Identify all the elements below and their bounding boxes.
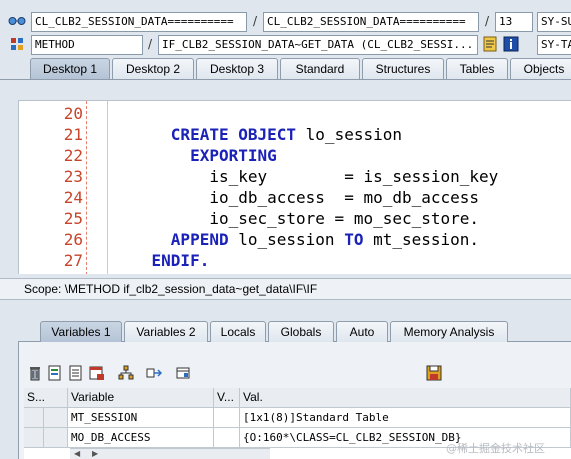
keyword-token: CREATE OBJECT	[170, 125, 297, 144]
method-tools-icon	[8, 35, 26, 53]
keyword-token: TO	[344, 230, 364, 249]
program-field[interactable]: CL_CLB2_SESSION_DATA==========	[31, 12, 247, 32]
line-number: 21	[63, 125, 83, 144]
scope-text: Scope: \METHOD if_clb2_session_data~get_…	[24, 282, 318, 296]
sy-tabix-field[interactable]: SY-TA	[537, 35, 571, 55]
delete-icon[interactable]	[27, 365, 43, 381]
code-line[interactable]: 24 io_db_access = mo_db_access	[19, 187, 571, 208]
code-text: EXPORTING	[113, 145, 277, 166]
tab-memory-analysis[interactable]: Memory Analysis	[390, 321, 508, 342]
tab-globals[interactable]: Globals	[268, 321, 334, 342]
tab-desktop-3[interactable]: Desktop 3	[196, 58, 278, 79]
list-icon[interactable]	[68, 365, 84, 381]
table-export-icon[interactable]	[89, 365, 105, 381]
code-line[interactable]: 22 EXPORTING	[19, 145, 571, 166]
filter-icon[interactable]	[175, 365, 191, 381]
keyword-token: APPEND	[170, 230, 229, 249]
save-icon[interactable]	[426, 365, 442, 381]
line-number: 22	[63, 146, 83, 165]
code-text: io_db_access = mo_db_access	[113, 187, 479, 208]
tab-desktop-1[interactable]: Desktop 1	[30, 58, 110, 79]
row-selector[interactable]	[24, 408, 44, 428]
tab-standard[interactable]: Standard	[280, 58, 360, 79]
tab-variables-1[interactable]: Variables 1	[40, 321, 122, 342]
row-selector[interactable]	[24, 428, 44, 448]
navigate-icon[interactable]	[146, 365, 163, 381]
code-token: is_key = is_session_key	[113, 167, 499, 186]
code-line[interactable]: 25 io_sec_store = mo_sec_store.	[19, 208, 571, 229]
col-header-v[interactable]: V...	[214, 388, 240, 408]
code-line[interactable]: 23 is_key = is_session_key	[19, 166, 571, 187]
value-cell[interactable]: [1x1(8)]Standard Table	[240, 408, 571, 428]
tab-auto[interactable]: Auto	[336, 321, 388, 342]
code-text: APPEND lo_session TO mt_session.	[113, 229, 479, 250]
line-number: 23	[63, 167, 83, 186]
watermark: @稀土掘金技术社区	[446, 442, 545, 455]
include-field[interactable]: CL_CLB2_SESSION_DATA==========	[263, 12, 479, 32]
keyword-token: ENDIF.	[151, 251, 210, 270]
scroll-right-arrow-icon[interactable]: ▶	[92, 449, 98, 458]
event-field[interactable]: IF_CLB2_SESSION_DATA~GET_DATA (CL_CLB2_S…	[158, 35, 478, 55]
variable-cell[interactable]: MT_SESSION	[68, 408, 214, 428]
code-token: io_sec_store = mo_sec_store.	[113, 209, 480, 228]
code-text: ENDIF.	[113, 250, 210, 271]
tab-objects[interactable]: Objects	[510, 58, 571, 79]
v-cell	[214, 408, 240, 428]
separator-slash: /	[485, 14, 490, 28]
line-number: 20	[63, 104, 83, 123]
code-text: is_key = is_session_key	[113, 166, 498, 187]
line-number: 27	[63, 251, 83, 270]
tab-locals[interactable]: Locals	[210, 321, 266, 342]
col-header-status[interactable]: S...	[24, 388, 68, 408]
separator-slash: /	[148, 37, 153, 51]
sy-subrc-field[interactable]: SY-SU	[537, 12, 571, 32]
code-token: io_db_access = mo_db_access	[113, 188, 480, 207]
horizontal-scrollbar[interactable]	[70, 448, 270, 459]
line-number: 26	[63, 230, 83, 249]
code-line[interactable]: 20	[19, 103, 571, 124]
code-token: mt_session.	[363, 230, 480, 249]
keyword-token: EXPORTING	[190, 146, 277, 165]
code-line[interactable]: 21 CREATE OBJECT lo_session	[19, 124, 571, 145]
code-token: lo_session	[296, 125, 402, 144]
code-line[interactable]: 26 APPEND lo_session TO mt_session.	[19, 229, 571, 250]
code-editor[interactable]: 20 21 CREATE OBJECT lo_session 22 EXPORTIN…	[18, 100, 571, 274]
code-line[interactable]: 27 ENDIF.	[19, 250, 571, 271]
col-header-value[interactable]: Val.	[240, 388, 571, 408]
event-type-field[interactable]: METHOD	[31, 35, 143, 55]
tab-structures[interactable]: Structures	[362, 58, 444, 79]
row-status-cell	[44, 428, 68, 448]
code-lines: 20 21 CREATE OBJECT lo_session 22 EXPORTIN…	[19, 103, 571, 274]
row-status-cell	[44, 408, 68, 428]
line-field[interactable]: 13	[495, 12, 533, 32]
v-cell	[214, 428, 240, 448]
tab-desktop-2[interactable]: Desktop 2	[112, 58, 194, 79]
document-icon[interactable]	[481, 35, 499, 53]
code-text: io_sec_store = mo_sec_store.	[113, 208, 479, 229]
line-number: 25	[63, 209, 83, 228]
variable-cell[interactable]: MO_DB_ACCESS	[68, 428, 214, 448]
detail-icon[interactable]	[47, 365, 63, 381]
glasses-icon	[8, 13, 26, 29]
scroll-left-arrow-icon[interactable]: ◀	[74, 449, 80, 458]
tab-tables[interactable]: Tables	[446, 58, 508, 79]
code-text: CREATE OBJECT lo_session	[113, 124, 402, 145]
tab-variables-2[interactable]: Variables 2	[124, 321, 208, 342]
line-number: 24	[63, 188, 83, 207]
info-icon[interactable]	[502, 35, 520, 53]
hierarchy-icon[interactable]	[118, 365, 134, 381]
separator-slash: /	[253, 14, 258, 28]
col-header-variable[interactable]: Variable	[68, 388, 214, 408]
code-token: lo_session	[228, 230, 345, 249]
